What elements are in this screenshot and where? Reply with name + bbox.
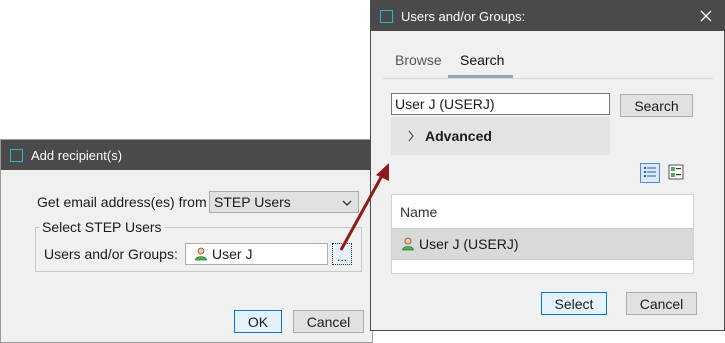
tab-browse[interactable]: Browse	[395, 52, 442, 68]
chevron-down-icon	[342, 200, 352, 206]
list-view-button[interactable]	[640, 163, 660, 183]
email-from-select[interactable]: STEP Users	[209, 191, 359, 213]
select-button[interactable]: Select	[541, 292, 607, 315]
close-icon[interactable]	[696, 6, 716, 26]
results-table: Name User J (USERJ)	[391, 194, 694, 274]
selected-user-name: User J	[212, 246, 253, 262]
users-groups-title: Users and/or Groups:	[401, 8, 526, 24]
user-icon	[402, 237, 414, 251]
tab-search[interactable]: Search	[460, 52, 504, 68]
user-icon	[195, 247, 207, 261]
window-square-icon	[380, 9, 393, 23]
list-view-icon	[644, 167, 656, 177]
advanced-section[interactable]: Advanced	[391, 117, 610, 155]
chevron-right-icon	[408, 130, 414, 142]
search-input[interactable]: User J (USERJ)	[391, 93, 610, 115]
detail-view-button[interactable]	[667, 163, 687, 183]
ok-button[interactable]: OK	[234, 310, 282, 333]
users-groups-titlebar: Users and/or Groups:	[371, 1, 724, 31]
group-legend: Select STEP Users	[39, 219, 165, 235]
column-header-name[interactable]: Name	[400, 204, 437, 220]
email-from-value: STEP Users	[214, 194, 291, 210]
dialog-cancel-button[interactable]: Cancel	[626, 292, 697, 315]
add-recipient-title: Add recipient(s)	[31, 147, 123, 163]
table-row[interactable]: User J (USERJ)	[392, 228, 693, 260]
add-recipient-dialog: Add recipient(s) Get email address(es) f…	[0, 139, 373, 343]
cancel-button[interactable]: Cancel	[293, 310, 364, 333]
users-groups-label: Users and/or Groups:	[44, 246, 178, 262]
browse-users-button[interactable]: ...	[332, 243, 352, 265]
detail-view-icon	[668, 164, 684, 180]
email-from-label: Get email address(es) from	[37, 194, 207, 210]
window-square-icon	[10, 148, 23, 162]
search-button[interactable]: Search	[620, 94, 693, 117]
row-name: User J (USERJ)	[419, 236, 519, 252]
users-groups-dialog: Users and/or Groups: Browse Search User …	[370, 0, 725, 331]
tab-divider	[383, 78, 713, 79]
add-recipient-titlebar: Add recipient(s)	[1, 140, 372, 170]
advanced-label: Advanced	[425, 128, 492, 144]
selected-users-field[interactable]: User J	[185, 243, 328, 265]
